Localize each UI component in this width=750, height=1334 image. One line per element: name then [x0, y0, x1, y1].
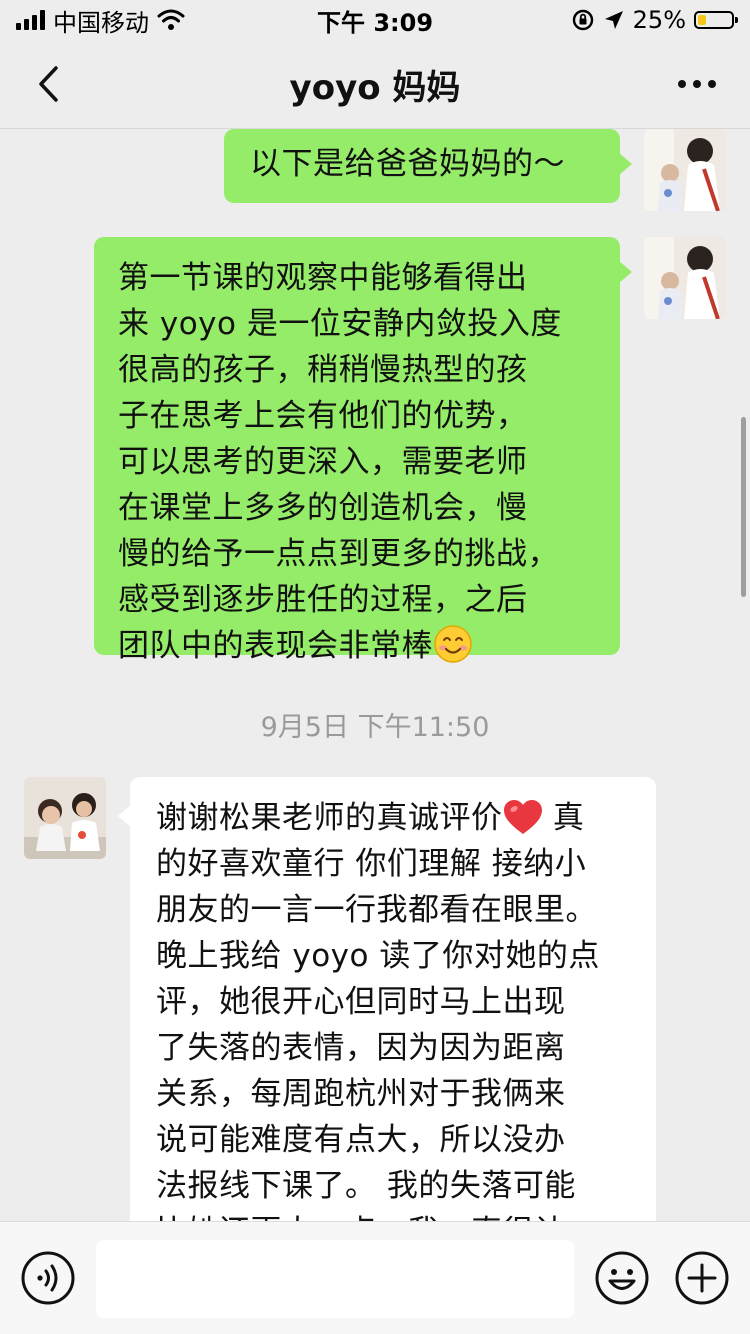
voice-icon — [21, 1251, 75, 1305]
message-line: 朋友的一言一行我都看在眼里。 — [156, 892, 597, 928]
message-line: 以下是给爸爸妈妈的～ — [250, 146, 565, 182]
contact-avatar[interactable] — [24, 777, 106, 859]
message-line: 晚上我给 yoyo 读了你对她的点 — [156, 938, 600, 974]
message-line: 了失落的表情，因为因为距离 — [156, 1030, 566, 1066]
voice-button[interactable] — [20, 1250, 76, 1306]
plus-button[interactable] — [674, 1250, 730, 1306]
chat-screen: 中国移动 下午 3:09 25% yoyo 妈妈 以下是给爸爸妈妈的～ 第一节课… — [0, 0, 750, 1334]
red-heart-icon — [503, 800, 542, 834]
more-button[interactable] — [672, 62, 722, 106]
message-line: 第一节课的观察中能够看得出 — [118, 260, 528, 296]
message-bubble-sent[interactable]: 第一节课的观察中能够看得出 来 yoyo 是一位安静内敛投入度 很高的孩子，稍稍… — [94, 237, 632, 664]
emoji-icon — [595, 1251, 649, 1305]
message-line-last: 团队中的表现会非常棒 — [118, 623, 620, 669]
status-bar: 中国移动 下午 3:09 25% — [0, 0, 750, 40]
wifi-icon — [157, 9, 185, 30]
smiling-face-icon — [434, 625, 472, 663]
message-line: 子在思考上会有他们的优势， — [118, 398, 528, 434]
message-bubble-sent[interactable]: 以下是给爸爸妈妈的～ — [224, 129, 632, 203]
orientation-lock-icon — [572, 9, 593, 31]
battery-icon — [694, 11, 738, 29]
message-line-first: 谢谢松果老师的真诚评价 真 — [156, 795, 656, 841]
chat-title: yoyo 妈妈 — [289, 67, 461, 108]
message-timestamp: 9月5日 下午11:50 — [260, 712, 490, 743]
message-bubble-received[interactable]: 谢谢松果老师的真诚评价 真 的好喜欢童行 你们理解 接纳小 朋友的一言一行我都看… — [118, 777, 656, 1221]
message-input[interactable] — [96, 1240, 574, 1318]
message-line: 感受到逐步胜任的过程，之后 — [118, 582, 528, 618]
battery-fill — [698, 15, 706, 25]
message-line-suffix: 真 — [542, 800, 585, 836]
status-right: 25% — [571, 6, 738, 34]
chevron-left-icon — [39, 66, 58, 102]
back-button[interactable] — [28, 62, 68, 106]
emoji-button[interactable] — [594, 1250, 650, 1306]
message-line: 评，她很开心但同时马上出现 — [156, 984, 566, 1020]
battery-percent: 25% — [632, 6, 686, 34]
message-line: 在课堂上多多的创造机会，慢 — [118, 490, 528, 526]
message-line: 法报线下课了。 我的失落可能 — [156, 1168, 576, 1204]
message-line: 关系，每周跑杭州对于我俩来 — [156, 1076, 566, 1112]
message-line: 谢谢松果老师的真诚评价 — [156, 800, 503, 836]
more-dots-icon — [678, 80, 686, 88]
message-list[interactable]: 以下是给爸爸妈妈的～ 第一节课的观察中能够看得出 来 yoyo 是一位安静内敛投… — [0, 129, 750, 1221]
nav-bar: yoyo 妈妈 — [0, 40, 750, 129]
message-line: 团队中的表现会非常棒 — [118, 628, 433, 664]
location-arrow-icon — [604, 11, 623, 29]
message-line: 比她还更大一点，我一直很认 — [156, 1209, 656, 1221]
my-avatar[interactable] — [644, 129, 726, 211]
carrier-label: 中国移动 — [53, 8, 149, 37]
message-line: 来 yoyo 是一位安静内敛投入度 — [118, 306, 562, 342]
my-avatar[interactable] — [644, 237, 726, 319]
signal-strength-icon — [16, 10, 45, 30]
message-line: 可以思考的更深入，需要老师 — [118, 444, 528, 480]
message-line: 的好喜欢童行 你们理解 接纳小 — [156, 846, 587, 882]
plus-icon — [675, 1251, 729, 1305]
input-bar — [0, 1221, 750, 1334]
message-line: 很高的孩子，稍稍慢热型的孩 — [118, 352, 528, 388]
status-left: 中国移动 — [16, 3, 185, 38]
message-line: 说可能难度有点大，所以没办 — [156, 1122, 566, 1158]
chat-scrollbar[interactable] — [741, 417, 746, 597]
message-line: 慢的给予一点点到更多的挑战， — [118, 536, 559, 572]
